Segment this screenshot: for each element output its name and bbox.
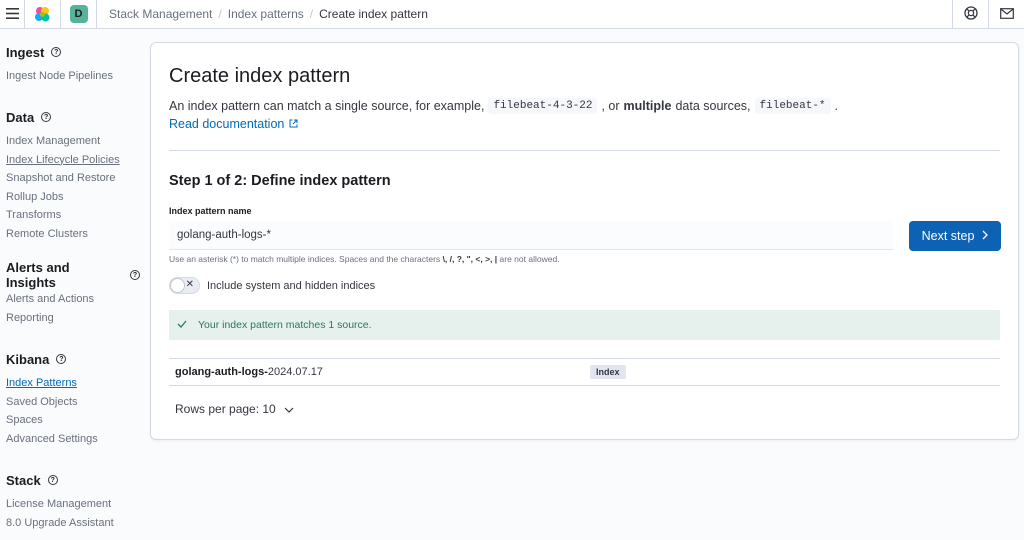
- sidebar-item-index-patterns[interactable]: Index Patterns: [6, 374, 98, 393]
- section-divider: [169, 150, 1000, 151]
- sidebar-item-spaces[interactable]: Spaces: [6, 411, 98, 430]
- table-row: golang-auth-logs-2024.07.17 Index: [169, 358, 1000, 386]
- top-header: D Stack Management / Index patterns / Cr…: [0, 0, 1024, 29]
- read-documentation-link[interactable]: Read documentation: [169, 117, 298, 131]
- sidebar-group-alerts: Alerts and Insights? Alerts and Actions …: [6, 260, 140, 328]
- description-text: .: [834, 99, 839, 113]
- news-button[interactable]: [988, 0, 1024, 29]
- index-type-badge: Index: [590, 365, 626, 379]
- sidebar-item-rollup-jobs[interactable]: Rollup Jobs: [6, 188, 120, 207]
- sidebar-item-license-management[interactable]: License Management: [6, 495, 114, 514]
- include-hidden-toggle-row: ✕ Include system and hidden indices: [169, 277, 375, 294]
- question-icon[interactable]: ?: [130, 270, 140, 280]
- next-step-label: Next step: [921, 229, 975, 243]
- sidebar-item-saved-objects[interactable]: Saved Objects: [6, 393, 98, 412]
- help-lifebuoy-icon: [963, 5, 978, 23]
- breadcrumb-stack-management[interactable]: Stack Management: [109, 7, 212, 21]
- sidebar-item-alerts-actions[interactable]: Alerts and Actions: [6, 290, 140, 309]
- sidebar-item-transforms[interactable]: Transforms: [6, 206, 120, 225]
- mail-icon: [999, 6, 1014, 22]
- question-icon[interactable]: ?: [51, 47, 62, 57]
- sidebar-group-ingest: Ingest? Ingest Node Pipelines: [6, 43, 113, 86]
- include-hidden-label: Include system and hidden indices: [207, 279, 376, 292]
- sidebar-group-title: Data?: [6, 108, 120, 126]
- sidebar-item-snapshot-restore[interactable]: Snapshot and Restore: [6, 169, 120, 188]
- external-link-icon: [289, 117, 298, 131]
- breadcrumb-separator: /: [309, 7, 314, 21]
- example-code-multiple: filebeat-*: [754, 98, 831, 114]
- description-text: data sources,: [675, 99, 751, 113]
- forbidden-characters: \, /, ?, ", <, >, |: [442, 254, 498, 264]
- sidebar-group-kibana: Kibana? Index Patterns Saved Objects Spa…: [6, 350, 98, 448]
- breadcrumb-separator: /: [218, 7, 222, 21]
- question-icon[interactable]: ?: [41, 112, 52, 122]
- sidebar-group-stack: Stack? License Management 8.0 Upgrade As…: [6, 471, 114, 532]
- read-documentation-label: Read documentation: [169, 117, 285, 131]
- sidebar-item-index-management[interactable]: Index Management: [6, 132, 120, 151]
- rows-per-page-label: Rows per page: 10: [175, 402, 276, 416]
- rows-per-page-selector[interactable]: Rows per page: 10: [175, 402, 294, 416]
- description-text: , or: [601, 99, 620, 113]
- index-name: golang-auth-logs-2024.07.17: [175, 366, 323, 378]
- index-pattern-name-label: Index pattern name: [169, 206, 252, 216]
- sidebar-item-ingest-node-pipelines[interactable]: Ingest Node Pipelines: [6, 67, 113, 86]
- space-avatar: D: [69, 5, 88, 23]
- step-title: Step 1 of 2: Define index pattern: [169, 173, 391, 189]
- page-title: Create index pattern: [169, 65, 351, 87]
- sidebar-item-advanced-settings[interactable]: Advanced Settings: [6, 430, 98, 449]
- check-icon: [177, 319, 187, 331]
- menu-button[interactable]: [0, 0, 25, 29]
- include-hidden-toggle[interactable]: ✕: [169, 277, 200, 294]
- field-help-text: Use an asterisk (*) to match multiple in…: [169, 254, 560, 264]
- sidebar-item-upgrade-assistant[interactable]: 8.0 Upgrade Assistant: [6, 514, 114, 533]
- sidebar-group-title: Alerts and Insights?: [6, 260, 140, 290]
- example-code-single: filebeat-4-3-22: [488, 98, 598, 114]
- menu-icon: [5, 6, 19, 22]
- next-step-button[interactable]: Next step: [909, 221, 1001, 251]
- breadcrumb-index-patterns[interactable]: Index patterns: [228, 7, 304, 21]
- elastic-logo[interactable]: [25, 0, 61, 29]
- page-description: An index pattern can match a single sour…: [169, 98, 838, 114]
- sidebar-item-index-lifecycle-policies[interactable]: Index Lifecycle Policies: [6, 151, 120, 170]
- question-icon[interactable]: ?: [47, 475, 58, 485]
- description-bold: multiple: [623, 99, 672, 113]
- question-icon[interactable]: ?: [56, 354, 67, 364]
- chevron-down-icon: [284, 402, 294, 416]
- sidebar-group-title: Ingest?: [6, 43, 113, 61]
- toggle-knob: [170, 278, 185, 293]
- sidebar-item-remote-clusters[interactable]: Remote Clusters: [6, 225, 120, 244]
- callout-text: Your index pattern matches 1 source.: [198, 319, 372, 331]
- match-success-callout: Your index pattern matches 1 source.: [169, 310, 1000, 340]
- sidebar-group-title: Stack?: [6, 471, 114, 489]
- description-text: An index pattern can match a single sour…: [169, 99, 485, 113]
- sidebar-group-data: Data? Index Management Index Lifecycle P…: [6, 108, 120, 243]
- create-index-pattern-panel: Create index pattern An index pattern ca…: [150, 42, 1019, 440]
- close-icon: ✕: [185, 279, 194, 290]
- sidebar-item-reporting[interactable]: Reporting: [6, 309, 140, 328]
- help-button[interactable]: [952, 0, 988, 29]
- space-selector[interactable]: D: [61, 0, 97, 29]
- sidebar-group-title: Kibana?: [6, 350, 98, 368]
- index-pattern-name-input[interactable]: [169, 221, 893, 250]
- breadcrumb-current: Create index pattern: [319, 7, 428, 21]
- chevron-right-icon: [982, 229, 989, 243]
- breadcrumb: Stack Management / Index patterns / Crea…: [97, 7, 952, 21]
